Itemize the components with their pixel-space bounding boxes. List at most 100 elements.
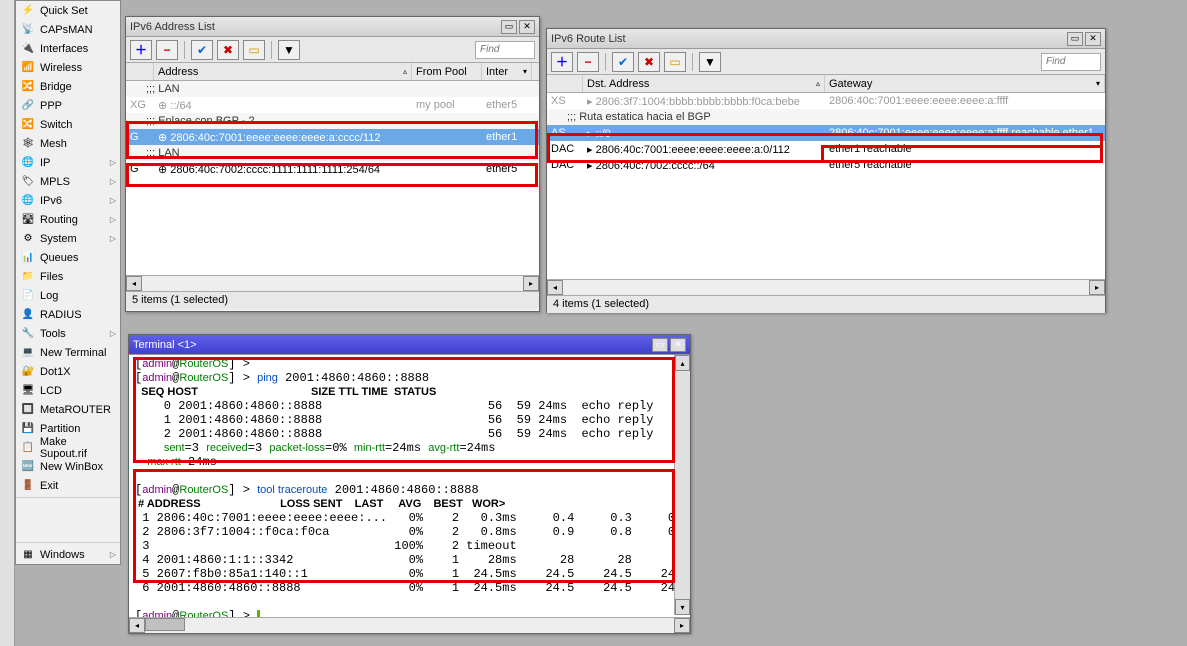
find-input[interactable] — [1041, 53, 1101, 71]
add-button[interactable]: ＋ — [130, 40, 152, 60]
titlebar[interactable]: IPv6 Address List ▭ ✕ — [126, 17, 539, 37]
address-row[interactable]: G⊕ 2806:40c:7002:cccc:1111:1111:1111:254… — [126, 161, 539, 177]
disable-button[interactable]: ✖ — [638, 52, 660, 72]
col-from-pool[interactable]: From Pool — [412, 63, 482, 80]
window-title: Terminal <1> — [133, 339, 652, 351]
sidebar-item-bridge[interactable]: 🔀Bridge — [16, 77, 120, 96]
sidebar-item-ipv6[interactable]: 🌐IPv6▷ — [16, 191, 120, 210]
sidebar-item-make-supout.rif[interactable]: 📋Make Supout.rif — [16, 438, 120, 457]
sidebar-item-system[interactable]: ⚙System▷ — [16, 229, 120, 248]
menu-icon: 🛣 — [20, 212, 36, 228]
close-button[interactable]: ✕ — [670, 338, 686, 352]
sidebar-label: IP — [40, 157, 50, 169]
close-button[interactable]: ✕ — [519, 20, 535, 34]
find-input[interactable] — [475, 41, 535, 59]
sidebar-label: Routing — [40, 214, 78, 226]
menu-icon: 🚪 — [20, 478, 36, 494]
sidebar-label: PPP — [40, 100, 62, 112]
menu-icon: 🔀 — [20, 117, 36, 133]
titlebar[interactable]: Terminal <1> ▭ ✕ — [129, 335, 690, 355]
address-row[interactable]: ;;; LAN — [126, 145, 539, 161]
sidebar-label: IPv6 — [40, 195, 62, 207]
enable-button[interactable]: ✔ — [612, 52, 634, 72]
window-title: IPv6 Address List — [130, 21, 501, 33]
sidebar-item-switch[interactable]: 🔀Switch — [16, 115, 120, 134]
sidebar-label: System — [40, 233, 77, 245]
menu-icon: ⚙ — [20, 231, 36, 247]
comment-button[interactable]: ▭ — [243, 40, 265, 60]
sidebar-label: RADIUS — [40, 309, 82, 321]
sidebar-item-queues[interactable]: 📊Queues — [16, 248, 120, 267]
sidebar-item-ppp[interactable]: 🔗PPP — [16, 96, 120, 115]
sidebar-item-quick-set[interactable]: ⚡Quick Set — [16, 1, 120, 20]
add-button[interactable]: ＋ — [551, 52, 573, 72]
route-row[interactable]: DAC▸ 2806:40c:7002:cccc::/64ether5 reach… — [547, 157, 1105, 173]
col-interface[interactable]: Inter▾ — [482, 63, 532, 80]
sidebar-item-lcd[interactable]: 🖥LCD — [16, 381, 120, 400]
sidebar-label: Windows — [40, 549, 85, 561]
minimize-button[interactable]: ▭ — [652, 338, 668, 352]
sidebar-label: Exit — [40, 480, 58, 492]
sidebar-item-metarouter[interactable]: 🔲MetaROUTER — [16, 400, 120, 419]
sidebar-label: Wireless — [40, 62, 82, 74]
route-row[interactable]: XS▸ 2806:3f7:1004:bbbb:bbbb:bbbb:f0ca:be… — [547, 93, 1105, 109]
sidebar-item-log[interactable]: 📄Log — [16, 286, 120, 305]
toolbar: ＋ − ✔ ✖ ▭ ▼ — [547, 49, 1105, 75]
toolbar: ＋ − ✔ ✖ ▭ ▼ — [126, 37, 539, 63]
route-table-body[interactable]: XS▸ 2806:3f7:1004:bbbb:bbbb:bbbb:f0ca:be… — [547, 93, 1105, 279]
sidebar-item-capsman[interactable]: 📡CAPsMAN — [16, 20, 120, 39]
h-scrollbar[interactable]: ◂▸ — [129, 617, 690, 633]
close-button[interactable]: ✕ — [1085, 32, 1101, 46]
terminal-output[interactable]: [admin@RouterOS] > [admin@RouterOS] > pi… — [129, 355, 690, 617]
sidebar-item-wireless[interactable]: 📶Wireless — [16, 58, 120, 77]
sidebar-item-dot1x[interactable]: 🔐Dot1X — [16, 362, 120, 381]
sidebar-label: Files — [40, 271, 63, 283]
route-row[interactable]: AS▸ ::/02806:40c:7001:eeee:eeee:eeee:a:f… — [547, 125, 1105, 141]
menu-icon: 🆕 — [20, 459, 36, 475]
sidebar-label: New WinBox — [40, 461, 103, 473]
filter-button[interactable]: ▼ — [699, 52, 721, 72]
sidebar-item-new-winbox[interactable]: 🆕 New WinBox — [16, 457, 120, 476]
minimize-button[interactable]: ▭ — [501, 20, 517, 34]
sidebar-label: Mesh — [40, 138, 67, 150]
sidebar-label: LCD — [40, 385, 62, 397]
sidebar-item-exit[interactable]: 🚪 Exit — [16, 476, 120, 495]
remove-button[interactable]: − — [577, 52, 599, 72]
address-row[interactable]: XG⊕ ::/64my poolether5 — [126, 97, 539, 113]
col-dst[interactable]: Dst. Address▵ — [583, 75, 825, 92]
v-scrollbar[interactable]: ▴ ▾ — [674, 355, 690, 615]
address-row[interactable]: G⊕ 2806:40c:7001:eeee:eeee:eeee:a:cccc/1… — [126, 129, 539, 145]
minimize-button[interactable]: ▭ — [1067, 32, 1083, 46]
menu-icon: 🌐 — [20, 155, 36, 171]
sidebar-label: Tools — [40, 328, 66, 340]
col-address[interactable]: Address▵ — [154, 63, 412, 80]
address-table-body[interactable]: ;;; LANXG⊕ ::/64my poolether5;;; Enlace … — [126, 81, 539, 275]
h-scrollbar[interactable]: ◂▸ — [547, 279, 1105, 295]
sidebar-item-new-terminal[interactable]: 💻New Terminal — [16, 343, 120, 362]
col-gateway[interactable]: Gateway▾ — [825, 75, 1105, 92]
window-title: IPv6 Route List — [551, 33, 1067, 45]
sidebar-item-windows[interactable]: ▦Windows▷ — [16, 545, 120, 564]
sidebar-item-files[interactable]: 📁Files — [16, 267, 120, 286]
h-scrollbar[interactable]: ◂▸ — [126, 275, 539, 291]
sidebar-label: Partition — [40, 423, 80, 435]
route-row[interactable]: ;;; Ruta estatica hacia el BGP — [547, 109, 1105, 125]
menu-icon: 🏷 — [20, 174, 36, 190]
titlebar[interactable]: IPv6 Route List ▭ ✕ — [547, 29, 1105, 49]
sidebar-item-radius[interactable]: 👤RADIUS — [16, 305, 120, 324]
sidebar-item-tools[interactable]: 🔧Tools▷ — [16, 324, 120, 343]
sidebar-item-ip[interactable]: 🌐IP▷ — [16, 153, 120, 172]
address-row[interactable]: ;;; Enlace con BGP - 2 — [126, 113, 539, 129]
sidebar-item-mpls[interactable]: 🏷MPLS▷ — [16, 172, 120, 191]
filter-button[interactable]: ▼ — [278, 40, 300, 60]
enable-button[interactable]: ✔ — [191, 40, 213, 60]
sidebar-item-routing[interactable]: 🛣Routing▷ — [16, 210, 120, 229]
sidebar-item-mesh[interactable]: 🕸Mesh — [16, 134, 120, 153]
remove-button[interactable]: − — [156, 40, 178, 60]
address-row[interactable]: ;;; LAN — [126, 81, 539, 97]
disable-button[interactable]: ✖ — [217, 40, 239, 60]
comment-button[interactable]: ▭ — [664, 52, 686, 72]
sidebar-label: Dot1X — [40, 366, 71, 378]
route-row[interactable]: DAC▸ 2806:40c:7001:eeee:eeee:eeee:a:0/11… — [547, 141, 1105, 157]
sidebar-item-interfaces[interactable]: 🔌Interfaces — [16, 39, 120, 58]
